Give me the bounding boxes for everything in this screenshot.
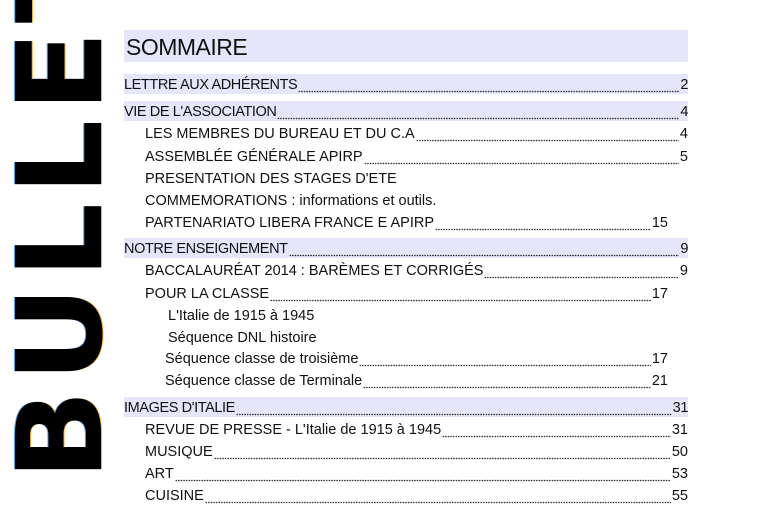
toc-entry[interactable]: Séquence classe de troisième 17 <box>165 348 668 368</box>
toc-page: 17 <box>651 351 668 367</box>
dot-leader <box>277 103 680 121</box>
dot-leader <box>204 487 671 505</box>
toc-entry[interactable]: BACCALAURÉAT 2014 : BARÈMES ET CORRIGÉS 9 <box>145 260 688 280</box>
dot-leader <box>363 148 679 166</box>
toc-entry[interactable]: Séquence classe de Terminale 21 <box>165 370 668 390</box>
dot-leader <box>270 285 651 303</box>
dot-leader <box>174 465 671 483</box>
toc-label: COMMEMORATIONS : informations et outils. <box>145 193 437 209</box>
dot-leader <box>213 443 671 461</box>
toc-page: 55 <box>671 488 688 504</box>
toc-label: Séquence DNL histoire <box>168 330 317 346</box>
toc-label: Séquence classe de Terminale <box>165 373 363 389</box>
toc-page: 31 <box>672 400 689 416</box>
toc-label: VIE DE L'ASSOCIATION <box>124 104 277 120</box>
toc-label: PARTENARIATO LIBERA FRANCE E APIRP <box>145 215 435 231</box>
toc-label: LES MEMBRES DU BUREAU ET DU C.A <box>145 126 415 142</box>
toc-label: IMAGES D'ITALIE <box>124 400 235 416</box>
toc-entry[interactable]: PRESENTATION DES STAGES D'ETE <box>145 168 397 188</box>
page-title: SOMMAIRE <box>124 30 688 62</box>
dot-leader <box>442 421 671 439</box>
dot-leader <box>235 399 672 417</box>
bulletin-title-text: BULLETIN <box>0 0 120 480</box>
dot-leader <box>484 262 679 280</box>
toc-entry[interactable]: CUISINE 55 <box>145 485 688 505</box>
toc-section[interactable]: IMAGES D'ITALIE 31 <box>124 397 688 417</box>
toc-label: POUR LA CLASSE <box>145 286 270 302</box>
toc-label: LETTRE AUX ADHÉRENTS <box>124 77 298 93</box>
toc-page: 4 <box>679 126 688 142</box>
toc-entry[interactable]: L'Italie de 1915 à 1945 <box>168 305 314 325</box>
dot-leader <box>415 125 679 143</box>
toc-section[interactable]: NOTRE ENSEIGNEMENT 9 <box>124 238 688 258</box>
title-text: SOMMAIRE <box>126 34 248 60</box>
toc-label: NOTRE ENSEIGNEMENT <box>124 241 288 257</box>
toc-section[interactable]: VIE DE L'ASSOCIATION 4 <box>124 101 688 121</box>
toc-entry[interactable]: MUSIQUE 50 <box>145 441 688 461</box>
toc-page: 50 <box>671 444 688 460</box>
toc-entry[interactable]: Séquence DNL histoire <box>168 327 317 347</box>
toc-page: 4 <box>680 104 688 120</box>
toc-page: 53 <box>671 466 688 482</box>
dot-leader <box>298 76 680 94</box>
toc-label: REVUE DE PRESSE - L'Italie de 1915 à 194… <box>145 422 442 438</box>
toc-page: 5 <box>679 149 688 165</box>
toc-label: CUISINE <box>145 488 204 504</box>
toc-page: 9 <box>679 263 688 279</box>
toc-entry[interactable]: COMMEMORATIONS : informations et outils. <box>145 190 436 210</box>
dot-leader <box>363 372 651 390</box>
dot-leader <box>435 214 651 232</box>
toc-page: 31 <box>671 422 688 438</box>
toc-label: BACCALAURÉAT 2014 : BARÈMES ET CORRIGÉS <box>145 263 484 279</box>
toc-page: 21 <box>651 373 668 389</box>
toc-entry[interactable]: ART 53 <box>145 463 688 483</box>
toc-entry[interactable]: ASSEMBLÉE GÉNÉRALE APIRP 5 <box>145 146 688 166</box>
toc-label: MUSIQUE <box>145 444 213 460</box>
toc-page: 15 <box>651 215 668 231</box>
toc-page: 2 <box>680 77 688 93</box>
toc-label: Séquence classe de troisième <box>165 351 359 367</box>
toc-entry[interactable]: LES MEMBRES DU BUREAU ET DU C.A 4 <box>145 123 688 143</box>
toc-label: PRESENTATION DES STAGES D'ETE <box>145 171 397 187</box>
toc-entry[interactable]: REVUE DE PRESSE - L'Italie de 1915 à 194… <box>145 419 688 439</box>
toc-page: 17 <box>651 286 668 302</box>
toc-label: L'Italie de 1915 à 1945 <box>168 308 315 324</box>
dot-leader <box>288 240 680 258</box>
dot-leader <box>359 350 651 368</box>
bulletin-vertical-title: BULLETIN <box>0 0 120 510</box>
toc-section[interactable]: LETTRE AUX ADHÉRENTS 2 <box>124 74 688 94</box>
toc-page: 9 <box>680 241 688 257</box>
toc-label: ART <box>145 466 174 482</box>
toc-entry[interactable]: PARTENARIATO LIBERA FRANCE E APIRP 15 <box>145 212 668 232</box>
toc-label: ASSEMBLÉE GÉNÉRALE APIRP <box>145 149 363 165</box>
toc-entry[interactable]: POUR LA CLASSE 17 <box>145 283 668 303</box>
